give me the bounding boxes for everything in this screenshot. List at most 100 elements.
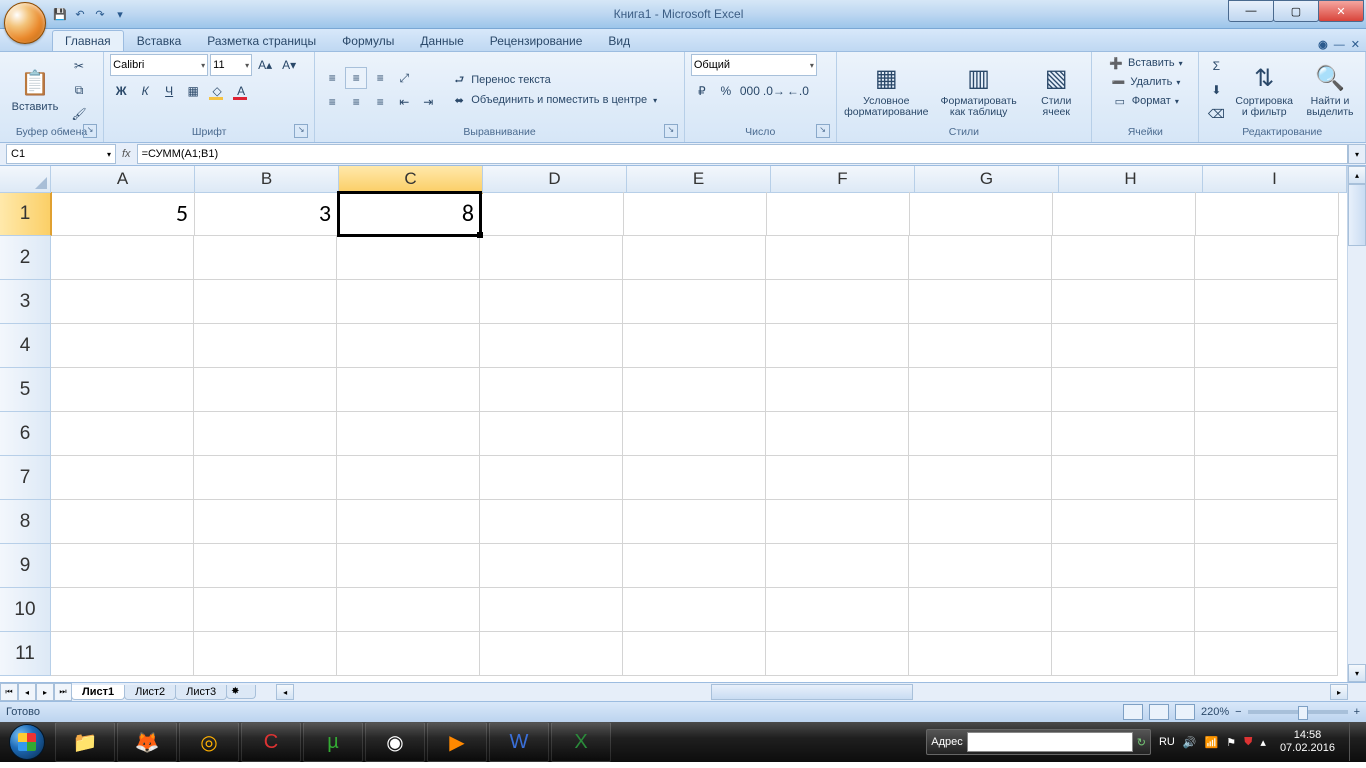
cell-I11[interactable] (1195, 632, 1338, 676)
col-header-D[interactable]: D (483, 166, 627, 193)
cell-D7[interactable] (480, 456, 623, 500)
align-right-icon[interactable]: ≡ (369, 91, 391, 113)
cell-H7[interactable] (1052, 456, 1195, 500)
sheet-nav-last-icon[interactable]: ⏭ (54, 683, 72, 701)
tab-review[interactable]: Рецензирование (477, 30, 596, 51)
cell-I7[interactable] (1195, 456, 1338, 500)
cell-F9[interactable] (766, 544, 909, 588)
cell-H2[interactable] (1052, 236, 1195, 280)
cell-D2[interactable] (480, 236, 623, 280)
shrink-font-icon[interactable]: A▾ (278, 54, 300, 76)
number-format-combo[interactable]: Общий▾ (691, 54, 817, 76)
cell-I2[interactable] (1195, 236, 1338, 280)
cell-A1[interactable]: 5 (52, 192, 195, 236)
page-layout-view-icon[interactable] (1149, 704, 1169, 720)
address-go-icon[interactable]: ↻ (1137, 736, 1146, 749)
cell-D4[interactable] (480, 324, 623, 368)
sheet-nav-next-icon[interactable]: ▸ (36, 683, 54, 701)
fx-icon[interactable]: fx (122, 148, 131, 160)
row-header-4[interactable]: 4 (0, 324, 51, 368)
cell-D6[interactable] (480, 412, 623, 456)
cell-E7[interactable] (623, 456, 766, 500)
cell-F1[interactable] (767, 192, 910, 236)
zoom-out-icon[interactable]: − (1235, 706, 1241, 718)
v-scroll-thumb[interactable] (1348, 184, 1366, 246)
underline-icon[interactable]: Ч (158, 80, 180, 102)
cell-E11[interactable] (623, 632, 766, 676)
office-button[interactable] (4, 2, 46, 44)
font-color-icon[interactable]: A (230, 80, 252, 102)
row-header-2[interactable]: 2 (0, 236, 51, 280)
cell-H9[interactable] (1052, 544, 1195, 588)
sheet-nav-first-icon[interactable]: ⏮ (0, 683, 18, 701)
merge-button[interactable]: ⬌Объединить и поместить в центре▾ (449, 91, 659, 109)
cell-G8[interactable] (909, 500, 1052, 544)
cell-D5[interactable] (480, 368, 623, 412)
normal-view-icon[interactable] (1123, 704, 1143, 720)
show-desktop-button[interactable] (1349, 723, 1358, 761)
cell-E5[interactable] (623, 368, 766, 412)
autosum-icon[interactable]: Σ (1205, 55, 1227, 77)
cell-E6[interactable] (623, 412, 766, 456)
insert-cells-button[interactable]: ➕Вставить▾ (1106, 54, 1185, 72)
cell-H10[interactable] (1052, 588, 1195, 632)
col-header-H[interactable]: H (1059, 166, 1203, 193)
align-top-icon[interactable]: ≡ (321, 67, 343, 89)
formula-input[interactable]: =СУММ(A1;B1) (137, 144, 1348, 164)
name-box[interactable]: C1▾ (6, 144, 116, 164)
italic-icon[interactable]: К (134, 80, 156, 102)
cell-A4[interactable] (51, 324, 194, 368)
tab-data[interactable]: Данные (407, 30, 476, 51)
cell-D9[interactable] (480, 544, 623, 588)
cell-E9[interactable] (623, 544, 766, 588)
cell-I3[interactable] (1195, 280, 1338, 324)
row-header-6[interactable]: 6 (0, 412, 51, 456)
cell-C6[interactable] (337, 412, 480, 456)
close-button[interactable]: ✕ (1318, 0, 1364, 22)
col-header-F[interactable]: F (771, 166, 915, 193)
cell-I8[interactable] (1195, 500, 1338, 544)
cell-G1[interactable] (910, 192, 1053, 236)
cell-C4[interactable] (337, 324, 480, 368)
inc-decimal-icon[interactable]: .0→ (763, 80, 785, 102)
cell-E4[interactable] (623, 324, 766, 368)
scroll-right-icon[interactable]: ▸ (1330, 684, 1348, 700)
format-as-table-button[interactable]: ▥Форматировать как таблицу (934, 60, 1023, 120)
bold-icon[interactable]: Ж (110, 80, 132, 102)
row-header-1[interactable]: 1 (0, 192, 52, 236)
cell-H8[interactable] (1052, 500, 1195, 544)
redo-icon[interactable]: ↷ (92, 6, 108, 22)
col-header-A[interactable]: A (51, 166, 195, 193)
sheet-nav-prev-icon[interactable]: ◂ (18, 683, 36, 701)
cell-C9[interactable] (337, 544, 480, 588)
maximize-button[interactable]: ▢ (1273, 0, 1319, 22)
cell-H3[interactable] (1052, 280, 1195, 324)
number-launcher-icon[interactable]: ↘ (816, 124, 830, 138)
cell-E2[interactable] (623, 236, 766, 280)
cell-E3[interactable] (623, 280, 766, 324)
dec-decimal-icon[interactable]: ←.0 (787, 80, 809, 102)
minimize-button[interactable]: — (1228, 0, 1274, 22)
cell-A7[interactable] (51, 456, 194, 500)
sort-filter-button[interactable]: ⇅Сортировка и фильтр (1231, 60, 1297, 120)
row-header-8[interactable]: 8 (0, 500, 51, 544)
cell-F5[interactable] (766, 368, 909, 412)
font-launcher-icon[interactable]: ↘ (294, 124, 308, 138)
undo-icon[interactable]: ↶ (72, 6, 88, 22)
fill-icon[interactable]: ⬇ (1205, 79, 1227, 101)
cell-G11[interactable] (909, 632, 1052, 676)
taskbar-ccleaner-icon[interactable]: C (241, 722, 301, 762)
cell-I10[interactable] (1195, 588, 1338, 632)
cell-D11[interactable] (480, 632, 623, 676)
inc-indent-icon[interactable]: ⇥ (417, 91, 439, 113)
tray-shield-icon[interactable]: ⛊ (1244, 736, 1252, 749)
col-header-B[interactable]: B (195, 166, 339, 193)
cell-B10[interactable] (194, 588, 337, 632)
taskbar-utorrent-icon[interactable]: µ (303, 722, 363, 762)
cell-A3[interactable] (51, 280, 194, 324)
cell-I6[interactable] (1195, 412, 1338, 456)
tab-formulas[interactable]: Формулы (329, 30, 407, 51)
cell-A11[interactable] (51, 632, 194, 676)
horizontal-scrollbar[interactable]: ◂ ▸ (276, 684, 1348, 700)
orientation-icon[interactable]: ⤢ (393, 67, 415, 89)
